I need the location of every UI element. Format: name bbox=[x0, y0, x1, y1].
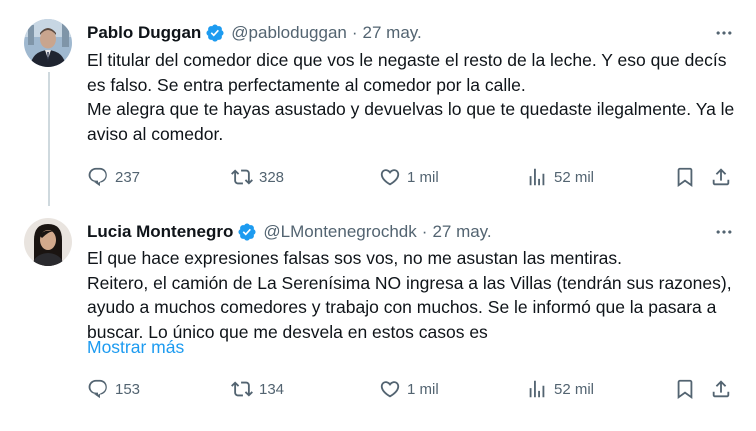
bookmark-button[interactable] bbox=[674, 376, 696, 402]
views-icon bbox=[526, 378, 548, 400]
reply-button[interactable]: 237 bbox=[87, 164, 140, 190]
share-icon bbox=[710, 378, 732, 400]
views-count: 52 mil bbox=[554, 168, 595, 186]
like-button[interactable]: 1 mil bbox=[379, 164, 439, 190]
separator: · bbox=[351, 23, 358, 42]
tweet-text: El que hace expresiones falsas sos vos, … bbox=[87, 248, 732, 342]
bookmark-icon bbox=[674, 378, 696, 400]
bookmark-icon bbox=[674, 166, 696, 188]
tweet-actions: 153 134 1 mil 52 mil bbox=[87, 376, 737, 402]
like-count: 1 mil bbox=[407, 380, 439, 398]
show-more-link[interactable]: Mostrar más bbox=[87, 337, 184, 358]
author-handle[interactable]: @pabloduggan bbox=[231, 23, 347, 43]
avatar[interactable] bbox=[24, 218, 72, 266]
tweet-lucia-montenegro[interactable]: Lucia Montenegro @LMontenegrochdk · 27 m… bbox=[0, 210, 756, 431]
author-handle[interactable]: @LMontenegrochdk bbox=[263, 222, 416, 242]
tweet-text: El titular del comedor dice que vos le n… bbox=[87, 50, 735, 144]
share-icon bbox=[710, 166, 732, 188]
reply-icon bbox=[87, 166, 109, 188]
tweet-pablo-duggan[interactable]: Pablo Duggan @pabloduggan · 27 may. El t… bbox=[0, 0, 756, 210]
share-button[interactable] bbox=[710, 376, 732, 402]
tweet-header: Lucia Montenegro @LMontenegrochdk · 27 m… bbox=[87, 220, 492, 244]
thread-line bbox=[48, 72, 50, 206]
verified-badge-icon bbox=[237, 222, 257, 242]
tweet-header: Pablo Duggan @pabloduggan · 27 may. bbox=[87, 21, 422, 45]
views-button[interactable]: 52 mil bbox=[526, 376, 594, 402]
retweet-icon bbox=[231, 166, 253, 188]
tweet-date[interactable]: 27 may. bbox=[363, 23, 422, 43]
reply-count: 153 bbox=[115, 380, 141, 398]
like-icon bbox=[379, 378, 401, 400]
views-count: 52 mil bbox=[554, 380, 595, 398]
retweet-count: 328 bbox=[259, 168, 285, 186]
retweet-count: 134 bbox=[259, 380, 285, 398]
retweet-icon bbox=[231, 378, 253, 400]
reply-button[interactable]: 153 bbox=[87, 376, 140, 402]
separator: · bbox=[421, 222, 428, 241]
reply-count: 237 bbox=[115, 168, 141, 186]
retweet-button[interactable]: 328 bbox=[231, 164, 284, 190]
like-icon bbox=[379, 166, 401, 188]
avatar[interactable] bbox=[24, 19, 72, 67]
tweet-date[interactable]: 27 may. bbox=[432, 222, 491, 242]
like-count: 1 mil bbox=[407, 168, 439, 186]
author-name[interactable]: Pablo Duggan bbox=[87, 23, 201, 43]
like-button[interactable]: 1 mil bbox=[379, 376, 439, 402]
share-button[interactable] bbox=[710, 164, 732, 190]
bookmark-button[interactable] bbox=[674, 164, 696, 190]
views-icon bbox=[526, 166, 548, 188]
retweet-button[interactable]: 134 bbox=[231, 376, 284, 402]
views-button[interactable]: 52 mil bbox=[526, 164, 594, 190]
reply-icon bbox=[87, 378, 109, 400]
more-icon[interactable] bbox=[712, 220, 736, 244]
more-icon[interactable] bbox=[712, 21, 736, 45]
verified-badge-icon bbox=[205, 23, 225, 43]
author-name[interactable]: Lucia Montenegro bbox=[87, 222, 233, 242]
tweet-actions: 237 328 1 mil 52 mil bbox=[87, 164, 737, 190]
